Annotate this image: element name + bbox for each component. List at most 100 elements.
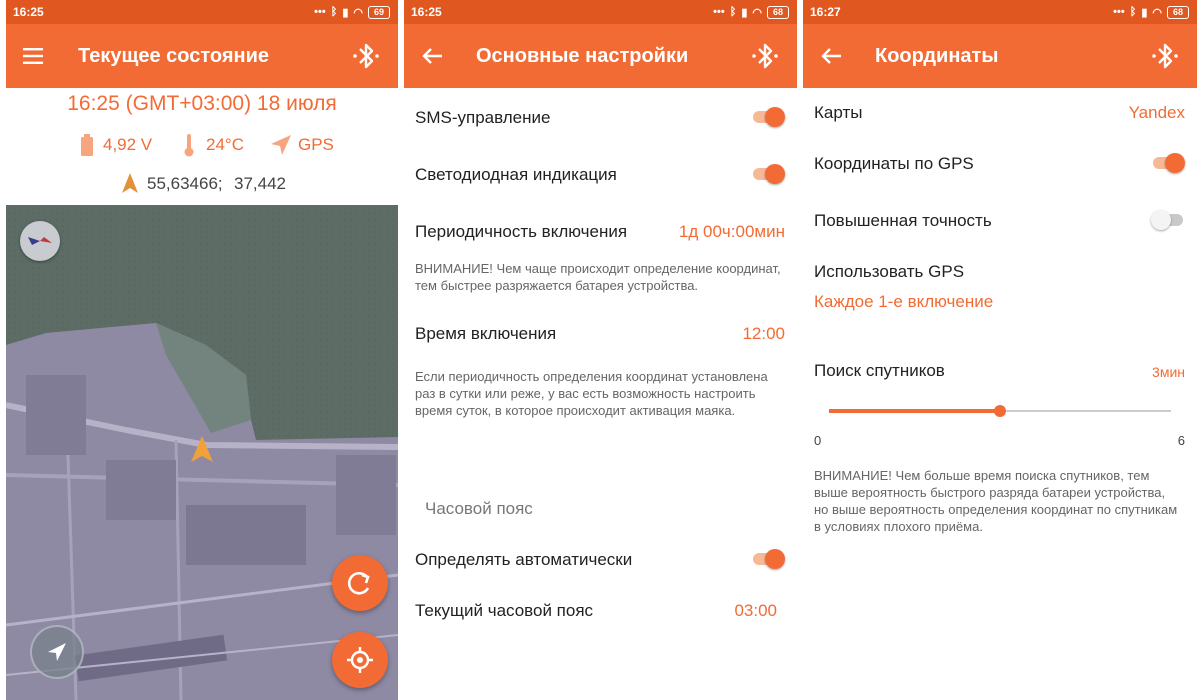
- auto-timezone-label: Определять автоматически: [415, 550, 633, 569]
- status-icons: ••• ᛒ ▮ ◠ 69: [314, 4, 390, 20]
- setting-gps-coordinates[interactable]: Координаты по GPS: [814, 151, 1185, 176]
- page-title: Основные настройки: [476, 45, 689, 67]
- signal-dots-icon: •••: [314, 6, 326, 18]
- setting-high-precision[interactable]: Повышенная точность: [814, 208, 1185, 233]
- wifi-icon: ◠: [752, 6, 762, 19]
- navigate-icon: [48, 643, 66, 661]
- longitude-value: 37,442: [234, 174, 286, 193]
- map-view[interactable]: [6, 205, 398, 700]
- slider-min-label: 0: [814, 433, 822, 448]
- activation-time-label: Время включения: [415, 324, 557, 343]
- bluetooth-icon[interactable]: [348, 38, 384, 74]
- bluetooth-status-icon: ᛒ: [330, 6, 338, 18]
- status-bar: 16:27 ••• ᛒ ▮ ◠ 68: [803, 0, 1197, 24]
- signal-icon: ▮: [342, 6, 349, 19]
- page-title: Текущее состояние: [78, 45, 270, 67]
- wifi-icon: ◠: [353, 6, 363, 19]
- gps-arrow-icon: [271, 135, 291, 155]
- satellite-search-value: 3мин: [1152, 364, 1185, 380]
- compass-icon: [28, 237, 52, 245]
- navigate-button[interactable]: [30, 625, 84, 679]
- back-arrow-icon[interactable]: [418, 42, 446, 70]
- satellite-search-label: Поиск спутников: [814, 361, 945, 380]
- battery-level: 68: [1167, 5, 1189, 19]
- status-time: 16:25: [13, 5, 44, 19]
- period-warning: ВНИМАНИЕ! Чем чаще происходит определени…: [415, 261, 781, 293]
- battery-level: 69: [368, 5, 390, 19]
- source-value: GPS: [298, 135, 334, 154]
- screen-current-state: 16:25 ••• ᛒ ▮ ◠ 69 Текущее состояние 16:…: [6, 0, 398, 700]
- bluetooth-icon[interactable]: [1147, 38, 1183, 74]
- high-precision-toggle[interactable]: [1151, 208, 1185, 232]
- page-title: Координаты: [875, 45, 999, 67]
- signal-dots-icon: •••: [1113, 6, 1125, 18]
- activation-time-note: Если периодичность определения координат…: [415, 369, 768, 418]
- setting-satellite-search: Поиск спутников 3мин: [814, 361, 1185, 383]
- wifi-icon: ◠: [1152, 6, 1162, 19]
- led-toggle[interactable]: [751, 162, 785, 186]
- location-arrow-icon: [122, 173, 138, 193]
- screen-main-settings: 16:25 ••• ᛒ ▮ ◠ 68 Основные настройки SM…: [404, 0, 797, 700]
- use-gps-value: Каждое 1-е включение: [814, 292, 994, 311]
- locate-button[interactable]: [332, 632, 388, 688]
- timezone-section-header: Часовой пояс: [425, 499, 533, 518]
- compass-button[interactable]: [20, 221, 60, 261]
- use-gps-label: Использовать GPS: [814, 262, 965, 281]
- satellite-search-slider[interactable]: [829, 400, 1171, 422]
- sms-toggle[interactable]: [751, 105, 785, 129]
- maps-value[interactable]: Yandex: [1129, 103, 1185, 123]
- datetime-text: 16:25 (GMT+03:00) 18 июля: [67, 92, 337, 115]
- battery-level: 68: [767, 5, 789, 19]
- app-bar: Текущее состояние: [6, 24, 398, 88]
- setting-auto-timezone[interactable]: Определять автоматически: [415, 547, 785, 572]
- bluetooth-status-icon: ᛒ: [1129, 6, 1137, 18]
- setting-sms[interactable]: SMS-управление: [415, 105, 785, 130]
- readings-row: 4,92 V 24°C GPS: [6, 132, 398, 158]
- bluetooth-icon[interactable]: [747, 38, 783, 74]
- settings-list: SMS-управление Светодиодная индикация Пе…: [404, 88, 797, 700]
- status-time: 16:25: [411, 5, 442, 19]
- coordinates-settings: Карты Yandex Координаты по GPS Повышенна…: [803, 88, 1197, 700]
- bluetooth-status-icon: ᛒ: [729, 6, 737, 18]
- back-arrow-icon[interactable]: [817, 42, 845, 70]
- app-bar: Основные настройки: [404, 24, 797, 88]
- locate-icon: [347, 647, 373, 673]
- gps-coordinates-label: Координаты по GPS: [814, 154, 974, 173]
- screen-coordinates: 16:27 ••• ᛒ ▮ ◠ 68 Координаты Карты Yand…: [803, 0, 1197, 700]
- status-bar: 16:25 ••• ᛒ ▮ ◠ 68: [404, 0, 797, 24]
- setting-period[interactable]: Периодичность включения 1д 00ч:00мин: [415, 222, 785, 244]
- refresh-icon: [347, 572, 370, 595]
- battery-icon: [81, 134, 93, 156]
- period-label: Периодичность включения: [415, 222, 628, 241]
- refresh-button[interactable]: [332, 555, 388, 611]
- slider-thumb[interactable]: [994, 405, 1006, 417]
- thermometer-icon: [184, 134, 194, 157]
- satellite-search-warning: ВНИМАНИЕ! Чем больше время поиска спутни…: [814, 468, 1178, 534]
- status-bar: 16:25 ••• ᛒ ▮ ◠ 69: [6, 0, 398, 24]
- sms-label: SMS-управление: [415, 108, 551, 127]
- setting-led[interactable]: Светодиодная индикация: [415, 162, 785, 187]
- gps-coordinates-toggle[interactable]: [1151, 151, 1185, 175]
- auto-timezone-toggle[interactable]: [751, 547, 785, 571]
- signal-icon: ▮: [1141, 6, 1148, 19]
- period-value[interactable]: 1д 00ч:00мин: [679, 222, 785, 242]
- app-bar: Координаты: [803, 24, 1197, 88]
- latitude-value: 55,63466;: [147, 174, 223, 193]
- current-location-marker: [191, 436, 213, 462]
- setting-current-timezone[interactable]: Текущий часовой пояс 03:00: [415, 601, 777, 623]
- setting-activation-time[interactable]: Время включения 12:00: [415, 324, 785, 346]
- status-time: 16:27: [810, 5, 841, 19]
- voltage-value: 4,92 V: [103, 135, 153, 154]
- signal-dots-icon: •••: [713, 6, 725, 18]
- high-precision-label: Повышенная точность: [814, 211, 992, 230]
- led-label: Светодиодная индикация: [415, 165, 617, 184]
- status-icons: ••• ᛒ ▮ ◠ 68: [1113, 4, 1189, 20]
- current-timezone-value[interactable]: 03:00: [734, 601, 777, 621]
- setting-maps[interactable]: Карты Yandex: [814, 103, 1185, 125]
- signal-icon: ▮: [741, 6, 748, 19]
- menu-icon[interactable]: [20, 42, 48, 70]
- slider-max-label: 6: [1177, 433, 1185, 448]
- activation-time-value[interactable]: 12:00: [742, 324, 785, 344]
- setting-use-gps[interactable]: Использовать GPS Каждое 1-е включение: [814, 262, 1185, 314]
- slider-fill: [829, 409, 1000, 413]
